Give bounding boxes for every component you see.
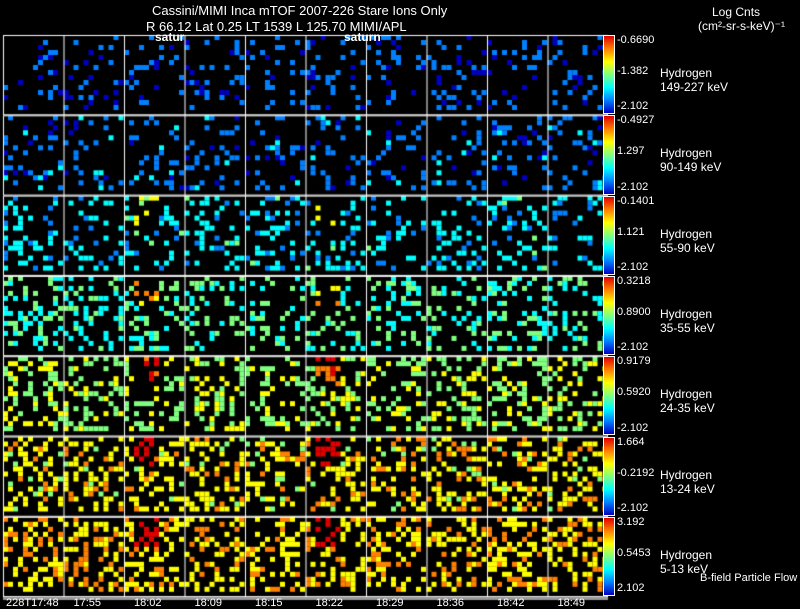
units-label: (cm²-sr-s-keV)⁻¹ (698, 19, 785, 33)
colorbar (603, 195, 615, 275)
energy-label: 149-227 keV (660, 80, 729, 94)
colorbar-mid: 1.297 (617, 145, 645, 158)
time-tick: 18:09 (194, 597, 223, 609)
plot-title: Cassini/MIMI Inca mTOF 2007-226 Stare Io… (152, 3, 448, 18)
energy-label: 24-35 keV (660, 401, 715, 416)
units-label: Log Cnts (712, 5, 761, 19)
time-tick: 18:15 (255, 597, 283, 609)
time-tick: 17:55 (73, 597, 102, 609)
time-tick: 18:42 (497, 597, 525, 609)
energy-label: 90-149 keV (660, 160, 722, 175)
saturn-label: satur (155, 30, 185, 44)
time-tick: 18:02 (134, 597, 162, 609)
species-label: Hydrogen (660, 146, 713, 161)
bfield-label: B-field Particle Flow (700, 572, 798, 584)
colorbar-max: -0.4927 (617, 114, 655, 127)
colorbar (603, 115, 615, 195)
saturn-label: saturn (344, 30, 381, 44)
energy-label: 35-55 keV (660, 320, 715, 335)
colorbar-mid: -0.2192 (617, 466, 655, 479)
species-label: Hydrogen (660, 306, 713, 321)
species-label: Hydrogen (660, 226, 713, 241)
colorbar-min: -2.102 (617, 100, 649, 113)
colorbar-mid: 1.121 (617, 225, 645, 238)
colorbar-mid: -1.382 (617, 65, 649, 78)
colorbar-max: -0.6690 (617, 34, 655, 46)
colorbar-max: 0.3218 (617, 274, 651, 287)
species-label: Hydrogen (660, 66, 713, 80)
colorbar-mid: 0.5453 (617, 546, 651, 559)
colorbar-max: -0.1401 (617, 194, 655, 207)
colorbar-min: -2.102 (617, 180, 649, 193)
colorbar-min: -2.102 (617, 260, 649, 273)
colorbar-mid: 0.5920 (617, 386, 651, 399)
energy-label: 5-13 keV (660, 561, 709, 576)
colorbar (603, 436, 615, 516)
energy-label: 55-90 keV (660, 240, 715, 255)
species-label: Hydrogen (660, 387, 713, 402)
colorbar-max: 0.9179 (617, 355, 651, 368)
time-tick: 18:36 (436, 597, 465, 609)
colorbar (603, 516, 615, 597)
time-tick: 18:29 (376, 597, 404, 609)
energy-label: 13-24 keV (660, 481, 715, 496)
species-label: Hydrogen (660, 467, 713, 482)
colorbar-min: -2.102 (617, 341, 649, 354)
colorbar-min: -2.102 (617, 421, 649, 434)
colorbar (603, 356, 615, 436)
time-tick: 18:49 (557, 597, 586, 609)
colorbar-max: 3.192 (617, 515, 645, 528)
colorbar-min: -2.102 (617, 501, 649, 514)
colorbar (603, 35, 615, 115)
colorbar (603, 275, 615, 356)
colorbar-min: 2.102 (617, 582, 645, 595)
species-label: Hydrogen (660, 547, 713, 562)
time-tick: 228T17:48 (6, 597, 59, 609)
colorbar-mid: 0.8900 (617, 306, 651, 319)
time-tick: 18:22 (315, 597, 344, 609)
colorbar-max: 1.664 (617, 435, 645, 448)
